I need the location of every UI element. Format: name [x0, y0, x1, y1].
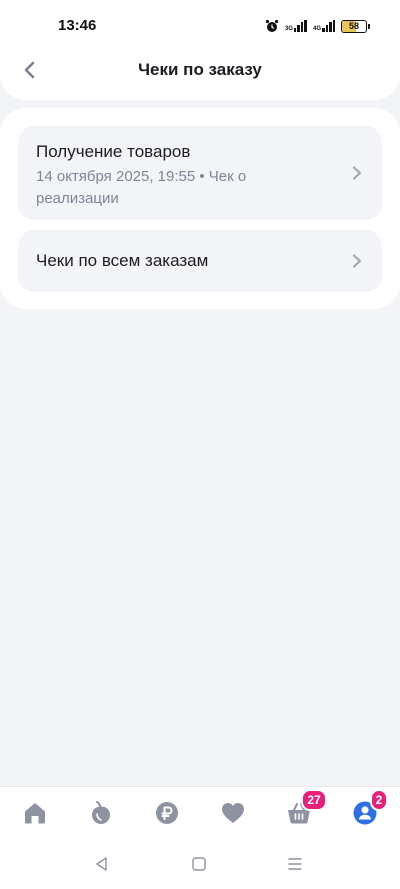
chevron-right-icon	[352, 166, 362, 180]
nav-favorites[interactable]	[219, 799, 247, 827]
signal-icon	[293, 20, 307, 32]
list-item-subtitle: 14 октября 2025, 19:55 • Чек о реализаци…	[36, 168, 247, 207]
status-icons: 3G 4G 58	[265, 17, 370, 35]
heart-icon	[222, 803, 244, 823]
system-home-button[interactable]	[189, 854, 209, 874]
system-back-button[interactable]	[92, 854, 112, 874]
cart-count-badge: 27	[301, 789, 327, 811]
chevron-right-icon	[352, 254, 362, 268]
list-item-title: Чеки по всем заказам	[36, 251, 209, 270]
receipts-card: Получение товаров 14 октября 2025, 19:55…	[0, 108, 400, 309]
network-type-1: 3G	[284, 26, 293, 32]
menu-lines-icon	[288, 858, 302, 870]
page-title: Чеки по заказу	[138, 60, 262, 79]
alarm-icon	[265, 19, 279, 32]
top-bar: 13:46 3G 4G 58 Чеки по заказу	[0, 0, 400, 100]
fruit-icon	[92, 801, 110, 824]
network-type-2: 4G	[312, 26, 321, 32]
nav-home[interactable]	[21, 799, 49, 827]
square-home-icon	[192, 857, 206, 871]
bottom-nav: 27 2	[0, 786, 400, 838]
system-menu-button[interactable]	[285, 854, 305, 874]
nav-catalog[interactable]	[87, 799, 115, 827]
status-bar: 13:46 3G 4G 58	[0, 0, 400, 52]
home-icon	[25, 803, 45, 824]
header: Чеки по заказу	[0, 52, 400, 88]
nav-cart[interactable]: 27	[285, 789, 327, 827]
list-item-title: Получение товаров	[36, 142, 191, 161]
signal-icon	[322, 20, 335, 32]
status-time: 13:46	[58, 17, 97, 34]
list-item-goods-receipt[interactable]: Получение товаров 14 октября 2025, 19:55…	[18, 126, 382, 220]
battery-level: 58	[348, 21, 359, 31]
ruble-icon	[156, 802, 178, 824]
nav-payments[interactable]	[153, 799, 181, 827]
nav-profile[interactable]: 2	[351, 789, 388, 827]
battery-icon: 58	[341, 19, 367, 33]
system-nav-bar	[0, 838, 400, 889]
profile-notification-badge: 2	[370, 789, 388, 811]
triangle-back-icon	[96, 857, 107, 871]
list-item-all-receipts[interactable]: Чеки по всем заказам	[18, 230, 382, 292]
